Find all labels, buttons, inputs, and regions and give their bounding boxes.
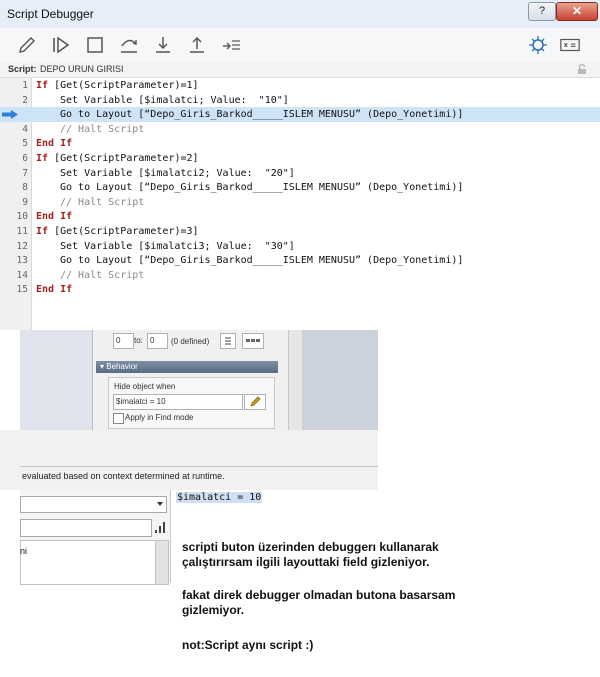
script-name: DEPO URUN GIRISI bbox=[40, 64, 124, 74]
line-number: 5 bbox=[22, 138, 28, 150]
apply-find-checkbox[interactable] bbox=[113, 413, 124, 424]
line-number: 12 bbox=[16, 240, 28, 252]
list-icon[interactable] bbox=[220, 333, 236, 349]
script-step[interactable]: 8 Go to Layout [“Depo_Giris_Barkod_____IS… bbox=[0, 180, 600, 195]
line-number: 1 bbox=[22, 80, 28, 91]
note-line-4: gizlemiyor. bbox=[182, 603, 245, 617]
separator bbox=[20, 466, 378, 467]
script-step[interactable]: 15 End If bbox=[0, 282, 600, 297]
step-into-icon[interactable] bbox=[152, 34, 174, 56]
runtime-hint: evaluated based on context determined at… bbox=[22, 471, 225, 481]
title-bar: Script Debugger ? ✕ bbox=[0, 0, 600, 29]
step-text: Go to Layout [“Depo_Giris_Barkod_____ISL… bbox=[60, 109, 464, 121]
script-label: Script: bbox=[8, 64, 37, 74]
layout-canvas-area bbox=[302, 330, 378, 430]
script-step[interactable]: 7 Set Variable [$imalatci2; Value: "20"] bbox=[0, 166, 600, 181]
line-number: 7 bbox=[22, 167, 28, 179]
data-viewer-icon[interactable] bbox=[559, 34, 583, 56]
behavior-section-header[interactable]: ▾ Behavior bbox=[96, 361, 278, 373]
from-input[interactable]: 0 bbox=[113, 333, 134, 349]
note-line-1: scripti buton üzerinden debuggerı kullan… bbox=[182, 540, 439, 554]
line-number: 4 bbox=[22, 123, 28, 135]
script-steps-pane[interactable]: 1 If [Get(ScriptParameter)=1] 2 Set Variabl… bbox=[0, 78, 600, 330]
line-number: 14 bbox=[16, 269, 28, 281]
calculation-dialog-band bbox=[0, 430, 378, 490]
script-step[interactable]: 2 Set Variable [$imalatci; Value: "10"] bbox=[0, 93, 600, 108]
hide-condition-input[interactable]: $imalatci = 10 bbox=[113, 394, 243, 410]
line-number: 6 bbox=[22, 153, 28, 164]
line-number: 15 bbox=[16, 284, 28, 296]
script-step[interactable]: 4 // Halt Script bbox=[0, 122, 600, 137]
inspector-scrollbar[interactable] bbox=[288, 330, 303, 430]
defined-count: (0 defined) bbox=[171, 337, 210, 346]
filter-input[interactable] bbox=[20, 519, 152, 537]
list-item[interactable]: ni bbox=[20, 546, 27, 556]
step-text: End If bbox=[36, 138, 73, 150]
step-out-icon[interactable] bbox=[186, 34, 208, 56]
step-text: If [Get(ScriptParameter)=3] bbox=[36, 226, 199, 237]
step-over-icon[interactable] bbox=[118, 34, 140, 56]
line-number: 2 bbox=[22, 94, 28, 106]
window-title: Script Debugger bbox=[7, 7, 94, 21]
script-step[interactable]: 5 End If bbox=[0, 136, 600, 151]
script-step[interactable]: 12 Set Variable [$imalatci3; Value: "30"] bbox=[0, 239, 600, 254]
pencil-icon[interactable] bbox=[16, 34, 38, 56]
script-debugger-window: Script Debugger ? ✕ Script: DEPO URUN GI… bbox=[0, 0, 600, 330]
help-button[interactable]: ? bbox=[528, 2, 556, 21]
to-input[interactable]: 0 bbox=[147, 333, 168, 349]
apply-find-label: Apply in Find mode bbox=[125, 413, 194, 422]
step-text: Go to Layout [“Depo_Giris_Barkod_____ISL… bbox=[60, 255, 464, 267]
script-step[interactable]: 9 // Halt Script bbox=[0, 195, 600, 210]
to-label: to: bbox=[134, 336, 143, 345]
step-text: // Halt Script bbox=[60, 269, 145, 281]
step-text: Set Variable [$imalatci; Value: "10"] bbox=[60, 94, 289, 106]
function-list[interactable] bbox=[20, 540, 157, 585]
script-step[interactable]: 10 End If bbox=[0, 209, 600, 224]
note-line-5: not:Script aynı script :) bbox=[182, 638, 314, 652]
step-text: Set Variable [$imalatci2; Value: "20"] bbox=[60, 167, 295, 179]
current-step-arrow-icon bbox=[2, 110, 18, 120]
step-text: If [Get(ScriptParameter)=1] bbox=[36, 80, 199, 91]
line-number: 10 bbox=[16, 211, 28, 223]
note-line-2: çalıştırırsam ilgili layouttaki field gi… bbox=[182, 555, 430, 569]
step-text: // Halt Script bbox=[60, 123, 145, 135]
chevron-down-icon bbox=[157, 502, 163, 506]
more-icon[interactable] bbox=[242, 333, 264, 349]
note-line-3: fakat direk debugger olmadan butona basa… bbox=[182, 588, 456, 602]
line-number: 13 bbox=[16, 255, 28, 267]
script-step-current[interactable]: Go to Layout [“Depo_Giris_Barkod_____ISL… bbox=[0, 107, 600, 122]
breakpoint-icon[interactable] bbox=[527, 34, 549, 56]
script-step[interactable]: 14 // Halt Script bbox=[0, 268, 600, 283]
step-text: Set Variable [$imalatci3; Value: "30"] bbox=[60, 240, 295, 252]
step-text: End If bbox=[36, 211, 73, 223]
script-step[interactable]: 1 If [Get(ScriptParameter)=1] bbox=[0, 78, 600, 93]
script-name-bar: Script: DEPO URUN GIRISI bbox=[0, 62, 600, 78]
close-button[interactable]: ✕ bbox=[556, 2, 598, 21]
hide-object-label: Hide object when bbox=[114, 382, 176, 391]
lock-icon[interactable] bbox=[576, 63, 588, 75]
step-text: Go to Layout [“Depo_Giris_Barkod_____ISL… bbox=[60, 182, 464, 194]
stop-icon[interactable] bbox=[84, 34, 106, 56]
edit-pencil-icon[interactable] bbox=[244, 394, 266, 410]
debugger-toolbar bbox=[0, 28, 600, 63]
function-view-select[interactable] bbox=[20, 496, 167, 513]
function-list-scrollbar[interactable] bbox=[155, 540, 169, 585]
script-step[interactable]: 6 If [Get(ScriptParameter)=2] bbox=[0, 151, 600, 166]
line-number: 8 bbox=[22, 182, 28, 194]
line-number: 9 bbox=[22, 196, 28, 208]
behavior-label: Behavior bbox=[106, 362, 138, 371]
step-text: End If bbox=[36, 284, 73, 296]
line-number: 11 bbox=[16, 226, 28, 237]
step-text: If [Get(ScriptParameter)=2] bbox=[36, 153, 199, 164]
script-step[interactable]: 11 If [Get(ScriptParameter)=3] bbox=[0, 224, 600, 239]
step-run-icon[interactable] bbox=[50, 34, 72, 56]
script-step[interactable]: 13 Go to Layout [“Depo_Giris_Barkod_____I… bbox=[0, 253, 600, 268]
step-text: // Halt Script bbox=[60, 196, 145, 208]
set-next-step-icon[interactable] bbox=[220, 34, 242, 56]
signal-bars-icon[interactable] bbox=[154, 520, 166, 534]
calculation-text[interactable]: $imalatci = 10 bbox=[176, 492, 263, 503]
